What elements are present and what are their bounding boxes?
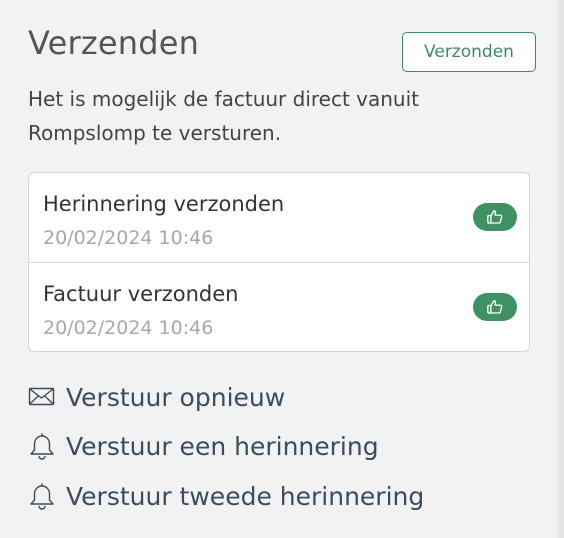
section-description: Het is mogelijk de factuur direct vanuit… [28,82,528,150]
bell-icon [28,429,62,463]
scroll-edge [556,0,564,538]
event-title: Factuur verzonden [43,282,239,306]
description-line-1: Het is mogelijk de factuur direct vanuit [28,87,420,111]
description-line-2: Rompslomp te versturen. [28,121,282,145]
send-second-reminder-label: Verstuur tweede herinnering [66,481,425,511]
event-row: Factuur verzonden 20/02/2024 10:46 [29,262,529,351]
send-reminder-link[interactable]: Verstuur een herinnering [28,428,379,464]
resend-label: Verstuur opnieuw [66,382,286,412]
bell-icon [28,479,62,513]
event-row: Herinnering verzonden 20/02/2024 10:46 [29,173,529,262]
thumbs-up-icon [473,203,517,231]
thumbs-up-icon [473,293,517,321]
section-title: Verzenden [28,24,200,62]
send-panel: Verzenden Verzonden Het is mogelijk de f… [0,0,556,538]
send-reminder-label: Verstuur een herinnering [66,431,379,461]
event-title: Herinnering verzonden [43,192,285,216]
event-timestamp: 20/02/2024 10:46 [43,317,214,339]
status-sent-button[interactable]: Verzonden [402,32,536,72]
envelope-icon [28,380,62,414]
event-list: Herinnering verzonden 20/02/2024 10:46 F… [28,172,530,352]
send-second-reminder-link[interactable]: Verstuur tweede herinnering [28,478,424,514]
event-timestamp: 20/02/2024 10:46 [43,227,214,249]
resend-link[interactable]: Verstuur opnieuw [28,379,285,415]
